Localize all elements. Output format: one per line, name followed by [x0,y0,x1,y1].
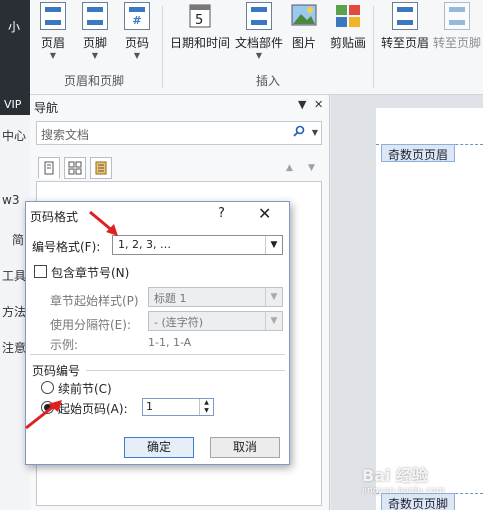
vip-label: VIP [0,95,30,115]
picture-icon [291,2,317,30]
goto-header-icon [392,2,418,30]
include-chapter-checkbox[interactable] [34,265,47,278]
cancel-button[interactable]: 取消 [210,437,280,458]
nav-title: 导航 [34,101,59,115]
strip-text: 中心 [2,129,27,143]
include-chapter-label: 包含章节号(N) [51,266,130,280]
separator-select[interactable]: - (连字符) ▼ [148,311,283,331]
footer-button-label: 页脚 [82,36,107,50]
goto-footer-icon [444,2,470,30]
tab-pages[interactable] [64,157,86,179]
baidu-watermark: Bai 经验 jingyan.baidu.com [362,462,445,496]
watermark-text: Bai 经验 [362,466,429,485]
header-button[interactable]: 页眉 ▼ [38,0,68,70]
page-number-button-label: 页码 [124,36,149,50]
continue-from-previous-label: 续前节(C) [58,382,112,396]
chevron-down-icon: ▼ [133,51,141,60]
search-icon[interactable] [293,125,305,137]
stepper-arrows-icon[interactable]: ▲ ▼ [199,399,213,415]
group-separator [162,6,163,88]
annotation-arrow-icon [25,400,62,430]
picture-button[interactable]: 图片 [289,0,319,70]
nav-options-icon[interactable]: ▼ [298,98,306,111]
chapter-start-style-label: 章节起始样式(P) [50,294,139,308]
ribbon-left-strip: 小 [0,0,30,95]
goto-footer-button-label: 转至页脚 [432,36,481,50]
start-at-label: 起始页码(A): [58,402,128,416]
headings-icon [44,161,54,175]
document-parts-button-label: 文档部件 [234,36,283,50]
chevron-down-icon[interactable]: ▼ [265,288,282,306]
clipart-button-label: 剪贴画 [329,36,366,50]
clipart-icon [335,2,361,30]
annotation-arrow-icon [89,210,118,236]
footer-button[interactable]: 页脚 ▼ [80,0,110,70]
chapter-start-style-value: 标题 1 [154,292,187,305]
continue-from-previous-radio[interactable] [41,381,54,394]
odd-page-header-tag: 奇数页页眉 [381,144,456,162]
ribbon: 小 页眉 ▼ 页脚 ▼ 页码 ▼ 页眉和页脚 5 日期和时间 文档部件 ▼ 图片 [0,0,483,95]
nav-prev-icon[interactable]: ▲ [286,163,293,173]
strip-text: 注意 [2,341,27,355]
goto-header-button-label: 转至页眉 [380,36,429,50]
page-number-button[interactable]: 页码 ▼ [122,0,152,70]
search-dropdown-icon[interactable]: ▼ [312,128,318,137]
document-parts-icon [246,2,272,30]
chevron-down-icon: ▼ [49,51,57,60]
goto-header-button[interactable]: 转至页眉 [378,0,432,70]
strip-text: w3 [2,193,20,207]
group-label-header-footer: 页眉和页脚 [64,74,125,88]
page-numbering-heading: 页码编号 [32,364,81,378]
svg-text:5: 5 [195,13,203,28]
watermark-subtext: jingyan.baidu.com [362,486,446,496]
strip-text: 简 [12,233,25,247]
header-button-label: 页眉 [40,36,65,50]
results-icon [95,161,107,175]
nav-search-placeholder: 搜索文档 [41,128,90,142]
chapter-start-style-select[interactable]: 标题 1 ▼ [148,287,283,307]
chevron-down-icon: ▼ [91,51,99,60]
group-separator [373,6,374,88]
page-number-icon [124,2,150,30]
divider [86,370,285,371]
start-at-stepper[interactable]: 1 ▲ ▼ [142,398,214,416]
example-label: 示例: [50,338,79,352]
nav-close-icon[interactable]: ✕ [314,98,323,111]
start-at-value: 1 [146,400,153,413]
chevron-down-icon[interactable]: ▼ [265,236,282,254]
help-icon[interactable]: ? [218,206,225,221]
date-time-button-label: 日期和时间 [169,36,230,50]
document-page[interactable] [376,108,483,510]
separator-label: 使用分隔符(E): [50,318,131,332]
ribbon-left-text: 小 [8,20,21,34]
document-parts-button[interactable]: 文档部件 ▼ [234,0,284,70]
nav-next-icon[interactable]: ▼ [308,163,315,173]
strip-text: 方法 [2,305,27,319]
pages-grid-icon [68,161,82,175]
number-format-value: 1, 2, 3, … [118,238,171,251]
divider [30,354,285,355]
tab-headings[interactable] [38,157,60,179]
chevron-down-icon[interactable]: ▼ [265,312,282,330]
nav-search-input[interactable]: 搜索文档 ▼ [36,121,322,145]
number-format-select[interactable]: 1, 2, 3, … ▼ [112,235,283,255]
tab-results[interactable] [90,157,112,179]
example-value: 1-1, 1-A [148,336,192,349]
chevron-down-icon: ▼ [255,51,263,60]
group-label-insert: 插入 [256,74,281,88]
goto-footer-button[interactable]: 转至页脚 [432,0,482,70]
dialog-title: 页码格式 [30,210,79,224]
strip-text: 工具 [2,269,27,283]
footer-icon [82,2,108,30]
calendar-icon: 5 [187,2,213,30]
header-icon [40,2,66,30]
date-time-button[interactable]: 5 日期和时间 [168,0,232,70]
close-icon[interactable]: ✕ [258,204,271,223]
picture-button-label: 图片 [291,36,316,50]
ok-button[interactable]: 确定 [124,437,194,458]
clipart-button[interactable]: 剪贴画 [328,0,368,70]
number-format-label: 编号格式(F): [32,240,101,254]
separator-value: - (连字符) [154,316,204,329]
